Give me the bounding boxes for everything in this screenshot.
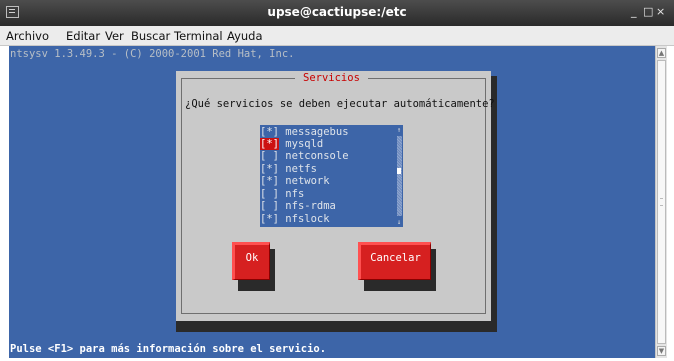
status-line: Pulse <F1> para más información sobre el… (10, 343, 327, 355)
services-dialog: Servicios ¿Qué servicios se deben ejecut… (176, 71, 495, 321)
scroll-down-button[interactable]: ▼ (657, 346, 666, 356)
ntsysv-header: ntsysv 1.3.49.3 - (C) 2000-2001 Red Hat,… (10, 48, 295, 60)
window-title: upse@cactiupse:/etc (267, 5, 407, 19)
service-name: nfs (285, 188, 305, 200)
service-item-netconsole[interactable]: [ ] netconsole (260, 150, 349, 162)
menu-archivo[interactable]: Archivo (6, 29, 49, 43)
ok-button[interactable]: Ok (232, 242, 270, 280)
service-item-messagebus[interactable]: [*] messagebus (260, 126, 349, 138)
service-name: netfs (285, 163, 317, 175)
service-checkbox[interactable]: [ ] (260, 200, 279, 212)
menu-ver[interactable]: Ver (105, 29, 124, 43)
service-name: netconsole (285, 150, 349, 162)
dialog-shadow-right (491, 76, 497, 332)
window-edge (667, 46, 674, 361)
terminal-scrollbar[interactable]: ▲ ▼ (655, 46, 667, 358)
menu-editar[interactable]: Editar (66, 29, 100, 43)
service-name: nfslock (285, 213, 330, 225)
menu-buscar[interactable]: Buscar (131, 29, 170, 43)
service-item-netfs[interactable]: [*] netfs (260, 163, 317, 175)
service-item-network[interactable]: [*] network (260, 175, 330, 187)
ok-button-label: Ok (245, 252, 259, 264)
scroll-up-button[interactable]: ▲ (657, 48, 666, 58)
cancel-button[interactable]: Cancelar (358, 242, 431, 280)
arrow-down-icon[interactable]: ↓ (396, 217, 402, 227)
window-titlebar[interactable]: upse@cactiupse:/etc _ □ × (0, 0, 674, 26)
arrow-up-icon[interactable]: ↑ (396, 125, 402, 135)
service-checkbox[interactable]: [*] (260, 213, 279, 225)
cancel-button-label: Cancelar (370, 252, 421, 264)
minimize-button[interactable]: _ (631, 5, 637, 18)
dialog-title: Servicios (295, 72, 368, 84)
dialog-question: ¿Qué servicios se deben ejecutar automát… (185, 98, 495, 110)
service-item-nfslock[interactable]: [*] nfslock (260, 213, 330, 225)
list-scrollbar[interactable]: ↑ ↓ (396, 125, 402, 227)
service-checkbox[interactable]: [*] (260, 163, 279, 175)
service-checkbox[interactable]: [*] (260, 138, 279, 150)
service-checkbox[interactable]: [*] (260, 175, 279, 187)
close-button[interactable]: × (656, 5, 665, 18)
service-item-mysqld[interactable]: [*] mysqld (260, 138, 323, 150)
service-item-nfs[interactable]: [ ] nfs (260, 188, 304, 200)
terminal-area[interactable]: ntsysv 1.3.49.3 - (C) 2000-2001 Red Hat,… (9, 46, 655, 358)
service-name: messagebus (285, 126, 349, 138)
terminal-scroll-thumb[interactable] (657, 60, 666, 344)
service-name: network (285, 175, 330, 187)
list-scroll-track[interactable] (397, 136, 402, 216)
menu-ayuda[interactable]: Ayuda (227, 29, 263, 43)
list-scroll-thumb[interactable] (397, 168, 401, 174)
maximize-button[interactable]: □ (643, 5, 653, 18)
service-checkbox[interactable]: [*] (260, 126, 279, 138)
service-name: mysqld (285, 138, 324, 150)
services-list[interactable]: [*] messagebus [*] mysqld [ ] netconsole… (260, 125, 403, 227)
menu-terminal[interactable]: Terminal (174, 29, 223, 43)
menu-bar: Archivo Editar Ver Buscar Terminal Ayuda (0, 26, 674, 46)
service-item-nfs-rdma[interactable]: [ ] nfs-rdma (260, 200, 336, 212)
service-name: nfs-rdma (285, 200, 336, 212)
service-checkbox[interactable]: [ ] (260, 188, 279, 200)
service-checkbox[interactable]: [ ] (260, 150, 279, 162)
